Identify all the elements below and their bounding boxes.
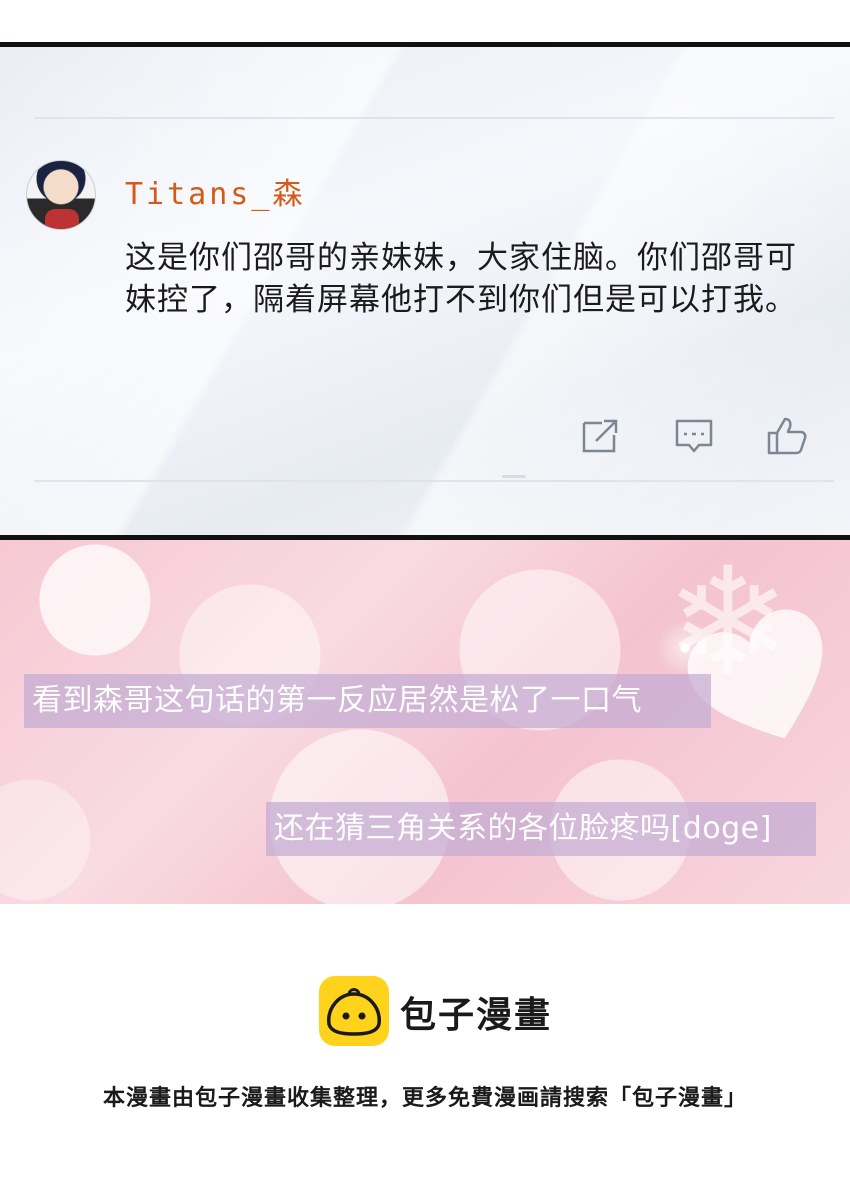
pink-background-panel: ❄ 看到森哥这句话的第一反应居然是松了一口气 还在猜三角关系的各位脸疼吗[dog…: [0, 540, 850, 904]
sparkle-decoration: [655, 618, 715, 678]
reply-button[interactable]: [673, 415, 715, 457]
comment-panel: Titans_森 这是你们邵哥的亲妹妹，大家住脑。你们邵哥可妹控了，隔着屏幕他打…: [0, 42, 850, 540]
avatar-shirt: [45, 209, 79, 229]
share-icon: [582, 419, 618, 453]
bun-logo-icon: [319, 976, 389, 1046]
caption-box: 看到森哥这句话的第一反应居然是松了一口气: [24, 674, 711, 728]
divider: [34, 480, 834, 482]
thumbs-up-icon: [767, 417, 807, 455]
brand-name: 包子漫畫: [400, 995, 553, 1036]
comment-username[interactable]: Titans_森: [125, 169, 305, 213]
user-avatar[interactable]: [26, 160, 96, 230]
caption-box: 还在猜三角关系的各位脸疼吗[doge]: [266, 802, 816, 856]
footer-note: 本漫畫由包子漫畫收集整理，更多免費漫画請搜索「包子漫畫」: [102, 1086, 747, 1111]
scroll-indicator: [502, 475, 526, 478]
share-button[interactable]: [580, 415, 622, 457]
divider: [34, 117, 834, 119]
comment-text: 这是你们邵哥的亲妹妹，大家住脑。你们邵哥可妹控了，隔着屏幕他打不到你们但是可以打…: [125, 240, 797, 318]
comment-icon: [675, 419, 713, 453]
like-button[interactable]: [766, 415, 808, 457]
